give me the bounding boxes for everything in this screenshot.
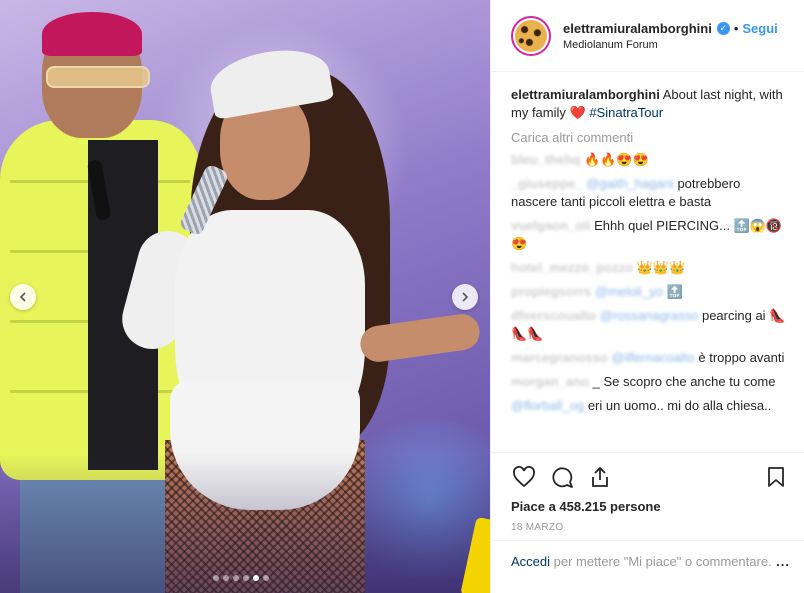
post-header: elettramiuralamborghini ✓ • Segui Mediol… bbox=[491, 0, 804, 72]
comment-username[interactable]: dfeerscoualto bbox=[511, 308, 596, 323]
comment-item: _giuseppe_ @gaith_hagani potrebbero nasc… bbox=[511, 175, 788, 211]
carousel-prev-button[interactable] bbox=[10, 284, 36, 310]
comment-text: eri un uomo.. mi do alla chiesa.. bbox=[587, 398, 772, 413]
comment-mention[interactable]: @ilfernacoalto bbox=[611, 350, 694, 365]
comment-item: bleu_thehq 🔥🔥😍😍 bbox=[511, 151, 788, 169]
location-link[interactable]: Mediolanum Forum bbox=[563, 39, 778, 51]
login-link[interactable]: Accedi bbox=[511, 554, 550, 569]
carousel-dot bbox=[243, 575, 249, 581]
comment-username[interactable]: propiegsorrs bbox=[511, 284, 591, 299]
carousel-dots bbox=[213, 575, 269, 581]
comment-item: @florball_og eri un uomo.. mi do alla ch… bbox=[511, 397, 788, 415]
comment-item: morgan_ano _ Se scopro che anche tu come bbox=[511, 373, 788, 391]
stage-floor bbox=[0, 453, 490, 593]
carousel-next-button[interactable] bbox=[452, 284, 478, 310]
heart-icon bbox=[513, 466, 535, 488]
caption: elettramiuralamborghini About last night… bbox=[511, 86, 788, 122]
comment-item: marcegranosso @ilfernacoalto è troppo av… bbox=[511, 349, 788, 367]
comment-mention[interactable]: @meloli_yo bbox=[595, 284, 663, 299]
comment-text: 👑👑👑 bbox=[636, 260, 686, 275]
like-button[interactable] bbox=[511, 464, 537, 490]
comment-text: _ Se scopro che anche tu come bbox=[592, 374, 776, 389]
carousel-dot bbox=[253, 575, 259, 581]
comment-text: 🔥🔥😍😍 bbox=[583, 152, 649, 167]
carousel-dot bbox=[233, 575, 239, 581]
comment-mention[interactable]: @rossanagrasso bbox=[600, 308, 698, 323]
comments-list: elettramiuralamborghini About last night… bbox=[491, 72, 804, 442]
carousel-dot bbox=[263, 575, 269, 581]
comment-mention[interactable]: @gaith_hagani bbox=[586, 176, 674, 191]
hashtag-link[interactable]: #SinatraTour bbox=[589, 105, 663, 120]
separator: • bbox=[733, 20, 739, 36]
likes-count[interactable]: Piace a 458.215 persone bbox=[511, 499, 789, 514]
save-button[interactable] bbox=[763, 464, 789, 490]
post-photo[interactable] bbox=[0, 0, 490, 593]
action-bar: Piace a 458.215 persone 18 MARZO bbox=[491, 452, 804, 533]
comment-username[interactable]: _giuseppe_ bbox=[511, 176, 583, 191]
comment-item: hotel_mezzo_pozzo 👑👑👑 bbox=[511, 259, 788, 277]
share-button[interactable] bbox=[587, 464, 613, 490]
comment-text: è troppo avanti bbox=[698, 350, 785, 365]
comment-item: vuelgaon_oli Ehhh quel PIERCING... 🔝😱🔞😍 bbox=[511, 217, 788, 253]
comment-username[interactable]: morgan_ano bbox=[511, 374, 589, 389]
caption-username[interactable]: elettramiuralamborghini bbox=[511, 87, 660, 102]
load-more-comments-button[interactable]: Carica altri commenti bbox=[511, 130, 788, 145]
sunglasses bbox=[46, 66, 150, 88]
comment-mention[interactable]: @florball_og bbox=[511, 398, 584, 413]
carousel-dot bbox=[223, 575, 229, 581]
comment-button[interactable] bbox=[549, 464, 575, 490]
follow-button[interactable]: Segui bbox=[742, 21, 777, 36]
chevron-right-icon bbox=[462, 292, 469, 302]
comment-item: propiegsorrs @meloli_yo 🔝 bbox=[511, 283, 788, 301]
comment-username[interactable]: vuelgaon_oli bbox=[511, 218, 590, 233]
comment-username[interactable]: hotel_mezzo_pozzo bbox=[511, 260, 633, 275]
post-sidebar: elettramiuralamborghini ✓ • Segui Mediol… bbox=[490, 0, 804, 593]
share-icon bbox=[592, 466, 608, 487]
comment-icon bbox=[552, 467, 573, 488]
heart-emoji-icon: ❤️ bbox=[569, 105, 586, 120]
bookmark-icon bbox=[768, 467, 784, 487]
comment-username[interactable]: bleu_thehq bbox=[511, 152, 580, 167]
login-text: per mettere "Mi piace" o commentare. bbox=[550, 554, 772, 569]
login-prompt: Accedi per mettere "Mi piace" o commenta… bbox=[491, 540, 804, 571]
avatar[interactable] bbox=[511, 15, 551, 56]
post-date: 18 MARZO bbox=[511, 522, 564, 533]
carousel-dot bbox=[213, 575, 219, 581]
comment-text: 🔝 bbox=[666, 284, 683, 299]
pink-hair bbox=[42, 12, 142, 56]
verified-badge-icon: ✓ bbox=[716, 21, 730, 35]
more-options-icon[interactable]: ... bbox=[776, 554, 790, 569]
comment-username[interactable]: marcegranosso bbox=[511, 350, 608, 365]
comment-item: dfeerscoualto @rossanagrasso pearcing ai… bbox=[511, 307, 788, 343]
username-link[interactable]: elettramiuralamborghini bbox=[563, 21, 712, 36]
chevron-left-icon bbox=[19, 292, 26, 302]
